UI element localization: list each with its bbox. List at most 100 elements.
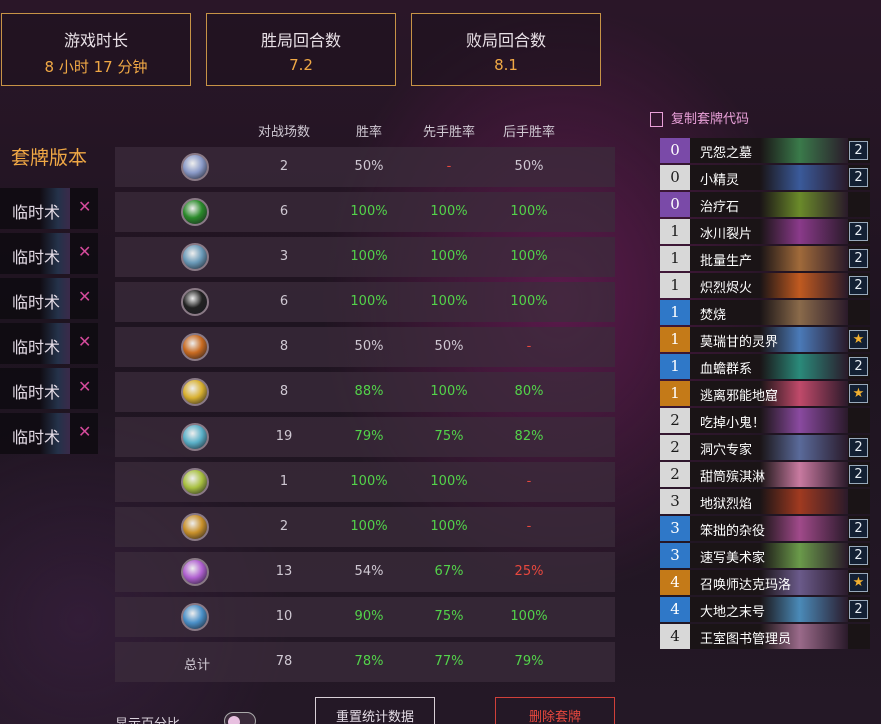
table-row: 19 79% 75% 82%: [115, 417, 615, 457]
card-count: 2: [849, 600, 868, 619]
remove-version-icon[interactable]: ✕: [78, 242, 91, 261]
card-name: 笨拙的杂役: [700, 524, 766, 539]
table-row: 13 54% 67% 25%: [115, 552, 615, 592]
cell-second-winrate: 100%: [510, 609, 548, 624]
show-percent-toggle[interactable]: [224, 712, 256, 724]
card-art: [760, 138, 848, 163]
cell-first-winrate: 100%: [430, 249, 468, 264]
card-art: [760, 246, 848, 271]
card-cost: 4: [660, 624, 690, 649]
card-cost: 3: [660, 516, 690, 541]
card-cost: 3: [660, 489, 690, 514]
deck-card[interactable]: 2 吃掉小鬼！: [660, 408, 870, 433]
card-art: [760, 354, 848, 379]
deck-card[interactable]: 1 批量生产 2: [660, 246, 870, 271]
deck-card[interactable]: 1 血蟾群系 2: [660, 354, 870, 379]
table-row: 1 100% 100% -: [115, 462, 615, 502]
card-name: 治疗石: [700, 200, 740, 215]
deck-card[interactable]: 3 笨拙的杂役 2: [660, 516, 870, 541]
deck-version-item[interactable]: 临时术 ✕: [0, 323, 98, 364]
total-second-winrate: 79%: [514, 654, 544, 669]
cell-second-winrate: 100%: [510, 204, 548, 219]
class-icon-10: [181, 558, 209, 586]
deck-card[interactable]: 0 小精灵 2: [660, 165, 870, 190]
deck-versions-title: 套牌版本: [11, 147, 88, 169]
stat-value: 8 小时 17 分钟: [44, 58, 148, 76]
card-cost: 1: [660, 381, 690, 406]
deck-version-item[interactable]: 临时术 ✕: [0, 368, 98, 409]
remove-version-icon[interactable]: ✕: [78, 377, 91, 396]
class-icon-2: [181, 198, 209, 226]
remove-version-icon[interactable]: ✕: [78, 332, 91, 351]
deck-version-item[interactable]: 临时术 ✕: [0, 278, 98, 319]
deck-card[interactable]: 4 大地之末号 2: [660, 597, 870, 622]
class-icon-3: [181, 243, 209, 271]
deck-card[interactable]: 1 逃离邪能地窟 ★: [660, 381, 870, 406]
card-count: 2: [849, 222, 868, 241]
cell-games: 1: [279, 474, 289, 489]
table-row: 2 50% - 50%: [115, 147, 615, 187]
deck-version-item[interactable]: 临时术 ✕: [0, 233, 98, 274]
card-count: 2: [849, 546, 868, 565]
deck-card[interactable]: 0 治疗石: [660, 192, 870, 217]
deck-card[interactable]: 4 召唤师达克玛洛 ★: [660, 570, 870, 595]
cell-winrate: 54%: [354, 564, 384, 579]
deck-version-name: 临时术: [12, 383, 61, 402]
table-row: 8 50% 50% -: [115, 327, 615, 367]
card-cost: 1: [660, 327, 690, 352]
card-name: 莫瑞甘的灵界: [700, 335, 779, 350]
copy-deck-code-button[interactable]: 复制套牌代码: [650, 108, 749, 127]
cell-games: 6: [279, 204, 289, 219]
stat-title: 游戏时长: [63, 31, 128, 50]
card-art: [760, 435, 848, 460]
stat-play-time: 游戏时长 8 小时 17 分钟: [1, 13, 191, 86]
cell-second-winrate: -: [526, 474, 532, 489]
card-cost: 4: [660, 570, 690, 595]
cell-second-winrate: -: [526, 519, 532, 534]
deck-version-name: 临时术: [12, 248, 61, 267]
cell-games: 8: [279, 384, 289, 399]
card-name: 冰川裂片: [700, 227, 753, 242]
card-count: 2: [849, 168, 868, 187]
class-icon-1: [181, 153, 209, 181]
deck-card[interactable]: 1 炽烈烬火 2: [660, 273, 870, 298]
deck-version-item[interactable]: 临时术 ✕: [0, 188, 98, 229]
deck-card[interactable]: 1 冰川裂片 2: [660, 219, 870, 244]
card-name: 血蟾群系: [700, 362, 753, 377]
deck-card[interactable]: 4 王室图书管理员: [660, 624, 870, 649]
card-art: [760, 192, 848, 217]
class-icon-11: [181, 603, 209, 631]
class-icon-8: [181, 468, 209, 496]
remove-version-icon[interactable]: ✕: [78, 422, 91, 441]
deck-card[interactable]: 1 焚烧: [660, 300, 870, 325]
remove-version-icon[interactable]: ✕: [78, 197, 91, 216]
column-header-winrate: 胜率: [355, 125, 382, 140]
cell-second-winrate: 50%: [514, 159, 544, 174]
deck-version-item[interactable]: 临时术 ✕: [0, 413, 98, 454]
card-cost: 1: [660, 273, 690, 298]
deck-card[interactable]: 3 地狱烈焰: [660, 489, 870, 514]
reset-stats-button[interactable]: 重置统计数据: [315, 697, 435, 724]
stat-loss-turns: 败局回合数 8.1: [411, 13, 601, 86]
delete-deck-button[interactable]: 删除套牌: [495, 697, 615, 724]
card-cost: 2: [660, 462, 690, 487]
card-cost: 0: [660, 192, 690, 217]
cell-winrate: 79%: [354, 429, 384, 444]
deck-card[interactable]: 1 莫瑞甘的灵界 ★: [660, 327, 870, 352]
deck-card[interactable]: 3 速写美术家 2: [660, 543, 870, 568]
stat-title: 败局回合数: [465, 31, 546, 50]
card-art: [760, 516, 848, 541]
card-name: 批量生产: [700, 254, 753, 269]
cell-first-winrate: 100%: [430, 204, 468, 219]
stat-value: 7.2: [289, 56, 313, 74]
column-header-second-winrate: 后手胜率: [502, 125, 555, 140]
remove-version-icon[interactable]: ✕: [78, 287, 91, 306]
cell-first-winrate: 100%: [430, 294, 468, 309]
deck-card[interactable]: 0 咒怨之墓 2: [660, 138, 870, 163]
card-name: 洞穴专家: [700, 443, 753, 458]
deck-version-name: 临时术: [12, 338, 61, 357]
deck-card[interactable]: 2 甜筒殡淇淋 2: [660, 462, 870, 487]
card-art: [760, 489, 848, 514]
total-games: 78: [275, 654, 293, 669]
deck-card[interactable]: 2 洞穴专家 2: [660, 435, 870, 460]
